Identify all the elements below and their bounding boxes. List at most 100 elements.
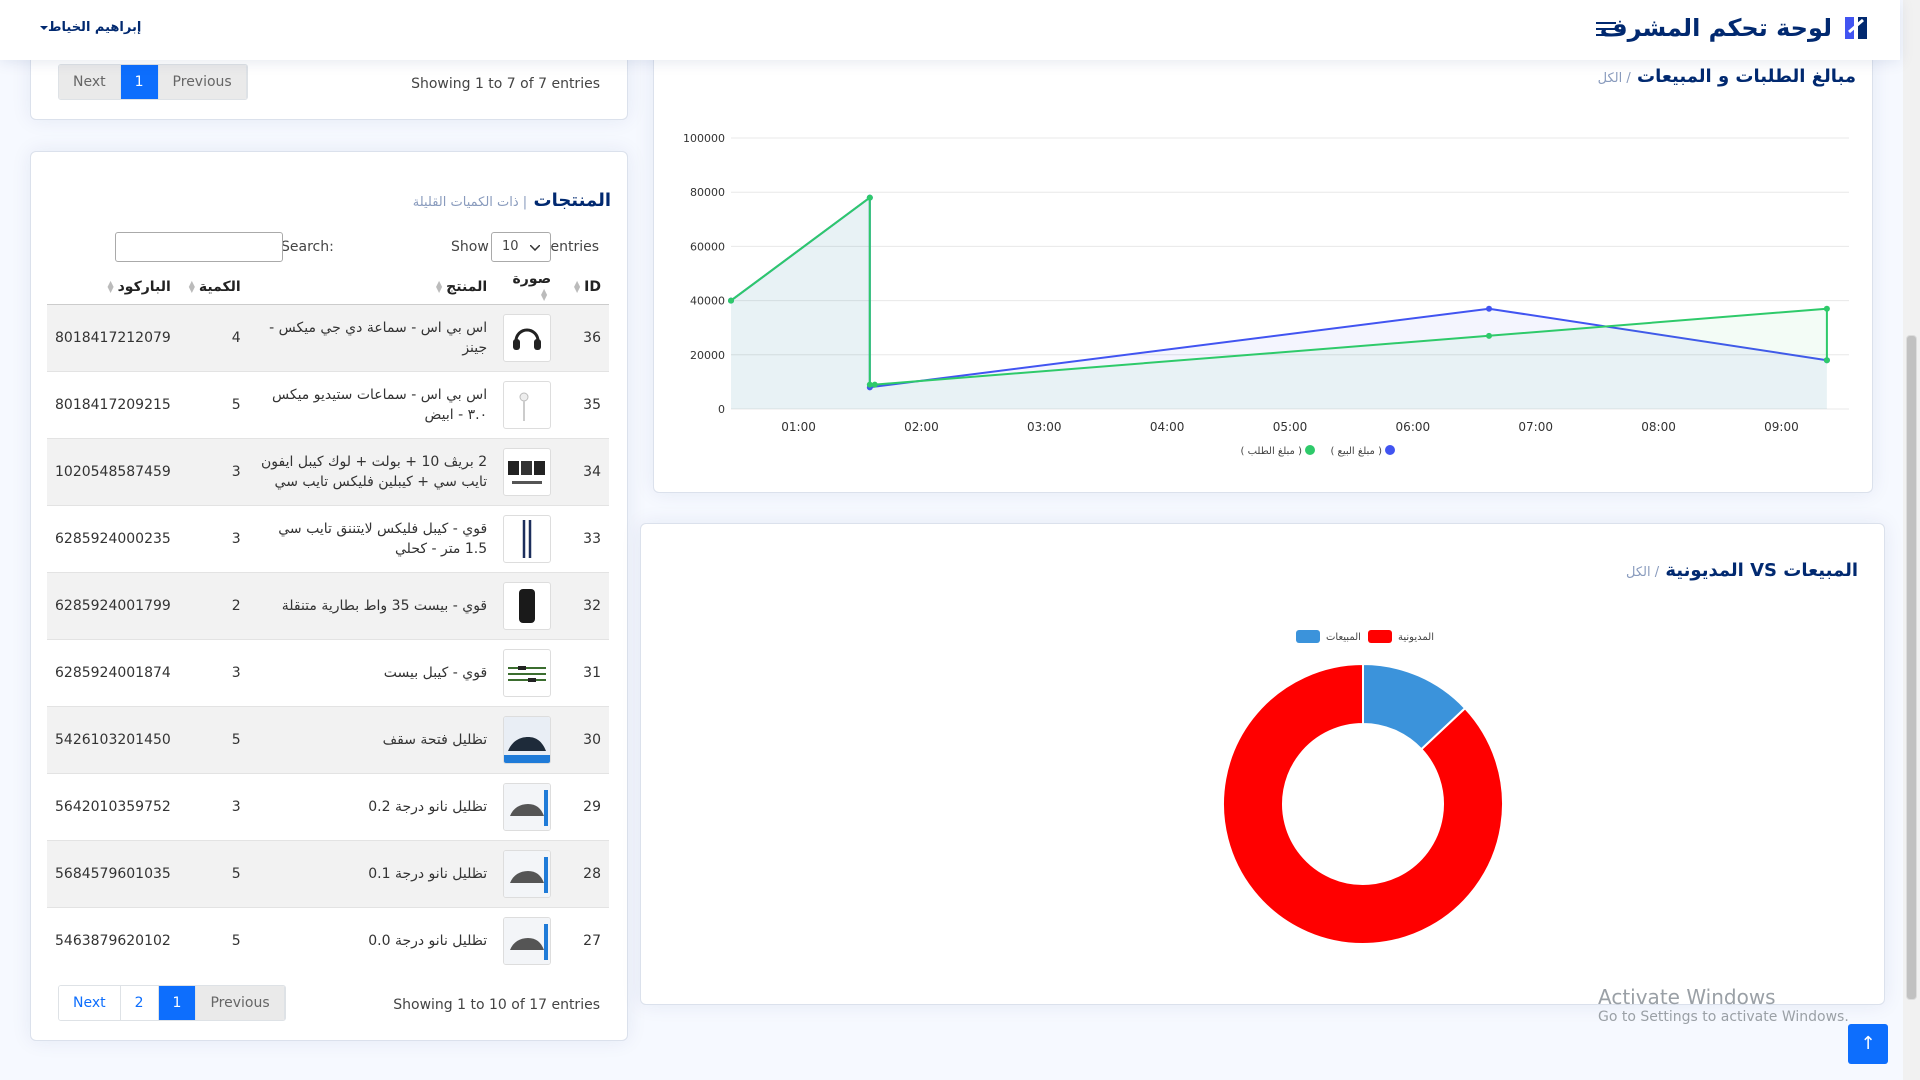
product-image[interactable] [503, 849, 552, 898]
sort-icon: ▲ ▼ [540, 286, 548, 302]
data-point[interactable] [1486, 332, 1493, 339]
y-tick-label: 0 [718, 403, 725, 416]
col-product[interactable]: المنتج▲ ▼ [248, 270, 496, 305]
data-point[interactable] [728, 297, 734, 304]
y-tick-label: 20000 [690, 349, 725, 362]
table-row: 34 2 بريڤ 10 + بولت + لوك كيبل ايفون تايب… [47, 437, 609, 505]
page-1-button[interactable]: 1 [158, 986, 197, 1020]
table-row: 31 قوي - كيبل بيست 3 6285924001874 [47, 638, 609, 706]
data-point[interactable] [1486, 305, 1493, 312]
cell-barcode: 8018417209215 [47, 370, 179, 438]
previous-button[interactable]: Previous [196, 986, 285, 1020]
legend-marker [1296, 630, 1320, 643]
cell-quantity: 5 [178, 705, 249, 773]
table-row: 33 قوي - كيبل فليكس لايتننق تايب سي 1.5 م… [47, 504, 609, 572]
table-row: 27 تظليل نانو درجة 0.0 5 5463879620102 [47, 906, 609, 974]
cell-barcode: 6285924001799 [47, 571, 179, 639]
table-row: 28 تظليل نانو درجة 0.1 5 5684579601035 [47, 839, 609, 907]
legend-label: المبيعات [1326, 632, 1361, 643]
cell-image [495, 370, 560, 438]
entries-label: entries [550, 239, 599, 255]
x-tick-label: 01:00 [781, 420, 816, 434]
table-header: ID▲ ▼ صورة▲ ▼ المنتج▲ ▼ الكمية▲ ▼ الباركود▲ ▼ [47, 270, 609, 305]
scroll-top-button[interactable]: ↑ [1848, 1024, 1888, 1064]
product-image[interactable] [503, 648, 552, 697]
sort-icon: ▲ ▼ [188, 278, 195, 294]
entries-info: Showing 1 to 10 of 17 entries [393, 997, 600, 1013]
cell-barcode: 5684579601035 [47, 839, 179, 907]
cell-id: 30 [559, 705, 609, 773]
col-quantity[interactable]: الكمية▲ ▼ [178, 270, 249, 305]
page-scrollbar[interactable] [1903, 0, 1920, 1080]
x-tick-label: 05:00 [1273, 420, 1308, 434]
cell-id: 28 [559, 839, 609, 907]
data-point[interactable] [871, 381, 878, 388]
cell-product: تظليل نانو درجة 0.0 [248, 906, 496, 974]
page-2-button[interactable]: 2 [120, 986, 159, 1020]
cell-id: 35 [559, 370, 609, 438]
windows-watermark: Activate Windows Go to Settings to activ… [1598, 985, 1849, 1025]
col-id[interactable]: ID▲ ▼ [559, 270, 609, 305]
product-image[interactable] [503, 782, 552, 831]
legend-label: ( مبلغ البيع ) [1330, 446, 1382, 457]
table-row: 30 تظليل فتحة سقف 5 5426103201450 [47, 705, 609, 773]
product-image[interactable] [503, 514, 552, 563]
cell-barcode: 5463879620102 [47, 906, 179, 974]
data-point[interactable] [1823, 357, 1830, 364]
orders-chart-card: مبالغ الطلبات و المبيعات / الكل 0 20000 40… [653, 40, 1873, 493]
page-1-button[interactable]: 1 [120, 65, 159, 99]
cell-image [495, 772, 560, 840]
cell-product: اس بي اس - سماعات ستيديو ميكس ٣.٠ - ابيض [248, 370, 496, 438]
product-image[interactable] [503, 380, 552, 429]
sort-icon: ▲ ▼ [107, 278, 114, 294]
series-area [731, 197, 1827, 409]
x-tick-label: 08:00 [1641, 420, 1676, 434]
previous-button[interactable]: Previous [158, 65, 247, 99]
cell-image [495, 638, 560, 706]
product-image[interactable] [503, 715, 552, 764]
cell-id: 29 [559, 772, 609, 840]
cell-quantity: 5 [178, 839, 249, 907]
x-tick-label: 02:00 [904, 420, 939, 434]
y-tick-label: 60000 [690, 240, 725, 253]
y-tick-label: 40000 [690, 295, 725, 308]
cell-id: 36 [559, 303, 609, 371]
next-button[interactable]: Next [59, 986, 121, 1020]
x-tick-label: 04:00 [1150, 420, 1185, 434]
menu-toggle-icon[interactable] [1596, 18, 1616, 42]
cell-quantity: 3 [178, 437, 249, 505]
cell-product: قوي - كيبل بيست [248, 638, 496, 706]
cell-barcode: 8018417212079 [47, 303, 179, 371]
product-image[interactable] [503, 313, 552, 362]
col-barcode[interactable]: الباركود▲ ▼ [47, 270, 179, 305]
top-navbar: لوحة تحكم المشرف إبراهيم الخياط [0, 0, 1900, 60]
next-button[interactable]: Next [59, 65, 121, 99]
search-label: Search: [281, 239, 334, 255]
app-title: لوحة تحكم المشرف [1599, 14, 1832, 42]
cell-id: 32 [559, 571, 609, 639]
sort-icon: ▲ ▼ [436, 278, 443, 294]
x-tick-label: 03:00 [1027, 420, 1062, 434]
cell-quantity: 4 [178, 303, 249, 371]
cell-barcode: 1020548587459 [47, 437, 179, 505]
user-dropdown[interactable]: إبراهيم الخياط [39, 20, 141, 35]
scrollbar-thumb[interactable] [1906, 335, 1917, 1000]
products-title: المنتجات | ذات الكميات القليلة [412, 190, 611, 211]
search-input[interactable] [115, 232, 283, 262]
x-tick-label: 07:00 [1518, 420, 1553, 434]
product-image[interactable] [503, 581, 552, 630]
cell-product: 2 بريڤ 10 + بولت + لوك كيبل ايفون تايب س… [248, 437, 496, 505]
col-image[interactable]: صورة▲ ▼ [495, 270, 560, 305]
data-point[interactable] [1823, 305, 1830, 312]
logo[interactable]: لوحة تحكم المشرف [1600, 14, 1870, 42]
product-image[interactable] [503, 916, 552, 965]
product-image[interactable] [503, 447, 552, 496]
logo-icon [1842, 14, 1870, 42]
data-point[interactable] [866, 194, 873, 201]
cell-id: 33 [559, 504, 609, 572]
table-row: 29 تظليل نانو درجة 0.2 3 5642010359752 [47, 772, 609, 840]
cell-id: 27 [559, 906, 609, 974]
sales-debt-donut-chart: المديونية المبيعات [1222, 630, 1504, 945]
page-size-select[interactable]: 10 [491, 232, 551, 262]
cell-image [495, 839, 560, 907]
